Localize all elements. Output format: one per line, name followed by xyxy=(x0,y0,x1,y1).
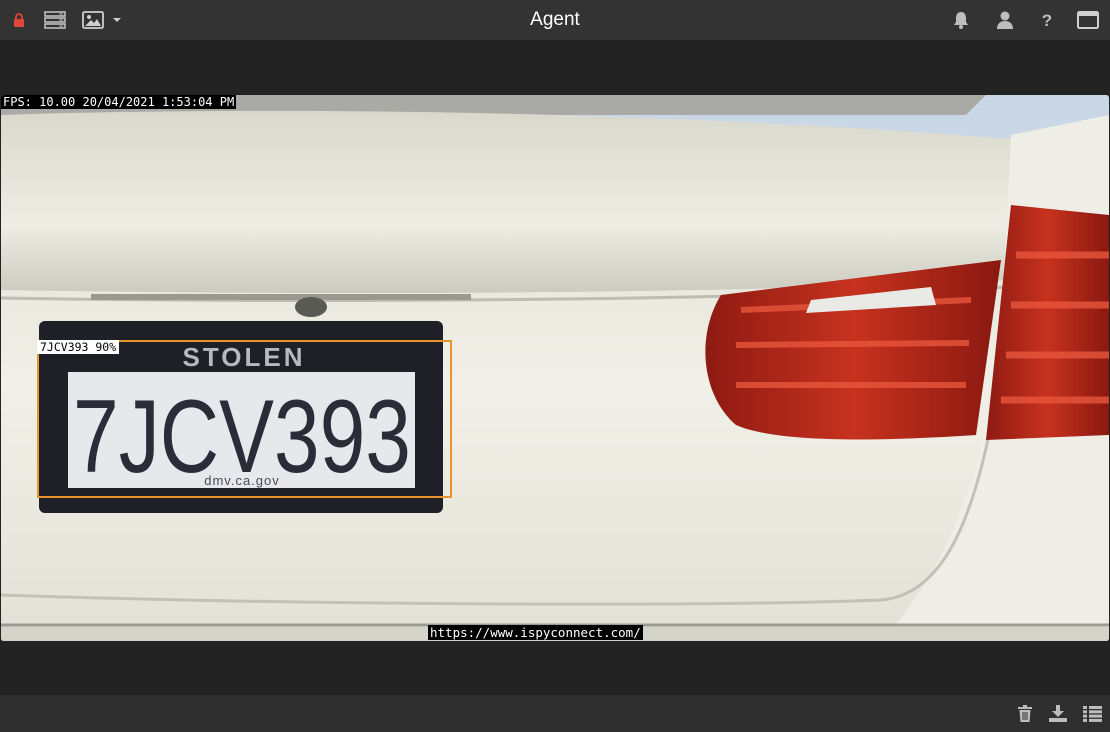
app-title: Agent xyxy=(530,9,580,30)
caret-down-icon[interactable] xyxy=(110,0,124,40)
bell-icon[interactable] xyxy=(948,0,974,40)
question-icon[interactable]: ? xyxy=(1034,0,1060,40)
plate-detection-box xyxy=(37,340,452,498)
download-icon[interactable] xyxy=(1046,695,1070,732)
server-icon[interactable] xyxy=(42,0,68,40)
camera-feed[interactable]: STOLEN 7JCV393 dmv.ca.gov FPS: 10.00 20/… xyxy=(1,95,1109,641)
list-icon[interactable] xyxy=(1080,695,1104,732)
user-icon[interactable] xyxy=(992,0,1018,40)
watermark-url-overlay: https://www.ispyconnect.com/ xyxy=(428,625,643,640)
lock-icon[interactable] xyxy=(8,0,30,40)
fps-timestamp-overlay: FPS: 10.00 20/04/2021 1:53:04 PM xyxy=(1,95,237,109)
svg-text:?: ? xyxy=(1042,11,1052,30)
trash-icon[interactable] xyxy=(1014,695,1036,732)
image-icon[interactable] xyxy=(80,0,106,40)
top-toolbar: Agent ? xyxy=(0,0,1110,40)
camera-viewer: STOLEN 7JCV393 dmv.ca.gov FPS: 10.00 20/… xyxy=(0,40,1110,695)
window-icon[interactable] xyxy=(1074,0,1102,40)
bottom-toolbar xyxy=(0,695,1110,732)
plate-detection-label: 7JCV393 90% xyxy=(37,340,120,354)
